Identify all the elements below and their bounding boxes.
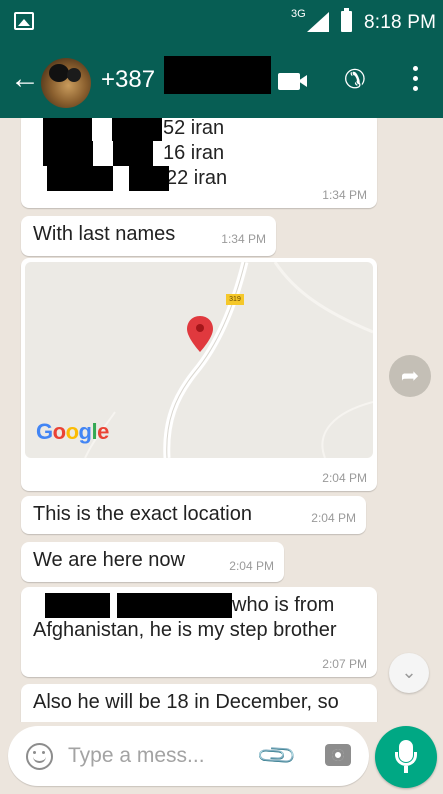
- contact-avatar[interactable]: [41, 58, 91, 108]
- message-text: Also he will be 18 in December, so: [33, 691, 339, 713]
- message-text: who is from: [232, 594, 335, 616]
- status-bar: 3G 8:18 PM: [0, 0, 443, 44]
- message-text: 16 iran: [163, 142, 225, 164]
- status-time: 8:18 PM: [364, 12, 437, 33]
- gallery-notification-icon: [14, 12, 34, 30]
- message-time: 2:04 PM: [322, 471, 367, 485]
- message-bubble[interactable]: We are here now 2:04 PM: [21, 542, 284, 582]
- redaction-box: [43, 118, 92, 141]
- message-text: With last names: [33, 223, 176, 245]
- message-bubble[interactable]: Also he will be 18 in December, so: [21, 684, 377, 722]
- message-line: 52 iran: [33, 118, 365, 141]
- message-text: This is the exact location: [33, 503, 252, 525]
- network-type: 3G: [291, 8, 306, 20]
- message-time: 2:07 PM: [322, 657, 367, 671]
- redaction-box: [45, 593, 110, 618]
- redaction-box: [117, 593, 232, 618]
- redaction-box: [47, 166, 113, 191]
- location-message[interactable]: 319 Google 2:04 PM: [21, 258, 377, 491]
- video-call-icon[interactable]: [278, 73, 307, 90]
- message-bubble[interactable]: 52 iran 16 iran 22 iran 1:34 PM: [21, 118, 377, 208]
- message-line: 16 iran: [33, 141, 365, 166]
- message-text: 22 iran: [166, 167, 228, 189]
- message-text: We are here now: [33, 549, 185, 571]
- camera-icon[interactable]: [325, 744, 351, 766]
- attachment-icon[interactable]: 📎: [255, 733, 300, 778]
- chat-header: ← +387 ✆: [0, 44, 443, 118]
- redaction-box: [113, 141, 153, 166]
- redaction-box: [43, 141, 93, 166]
- redaction-box: [164, 56, 271, 94]
- microphone-icon-base: [404, 766, 408, 773]
- message-line: who is from: [33, 593, 365, 618]
- message-input[interactable]: [68, 740, 248, 772]
- message-bubble[interactable]: This is the exact location 2:04 PM: [21, 496, 366, 534]
- message-bubble[interactable]: who is from Afghanistan, he is my step b…: [21, 587, 377, 677]
- scroll-down-icon[interactable]: ⌄: [389, 653, 429, 693]
- road-badge: 319: [226, 294, 244, 305]
- back-arrow-icon[interactable]: ←: [10, 64, 40, 94]
- battery-icon: [341, 8, 352, 32]
- message-bubble[interactable]: With last names 1:34 PM: [21, 216, 276, 256]
- location-map[interactable]: 319 Google: [25, 262, 373, 458]
- contact-name[interactable]: +387: [101, 66, 155, 94]
- message-time: 1:34 PM: [221, 232, 266, 246]
- microphone-icon-stand: [395, 752, 417, 766]
- emoji-icon[interactable]: [26, 743, 53, 770]
- message-line: 22 iran: [33, 166, 365, 191]
- message-time: 2:04 PM: [311, 511, 356, 525]
- forward-icon[interactable]: ➦: [389, 355, 431, 397]
- message-list[interactable]: 52 iran 16 iran 22 iran 1:34 PM With las…: [0, 118, 443, 722]
- message-text: 52 iran: [163, 118, 225, 139]
- redaction-box: [112, 118, 162, 141]
- signal-icon: [307, 12, 329, 32]
- message-time: 1:34 PM: [322, 188, 367, 202]
- message-line: Afghanistan, he is my step brother: [33, 619, 337, 641]
- voice-call-icon[interactable]: ✆: [344, 64, 366, 94]
- message-composer: 📎: [8, 726, 369, 786]
- message-time: 2:04 PM: [229, 559, 274, 573]
- voice-record-button[interactable]: [375, 726, 437, 788]
- google-logo: Google: [36, 419, 109, 444]
- more-options-icon[interactable]: [411, 66, 419, 94]
- redaction-box: [129, 166, 169, 191]
